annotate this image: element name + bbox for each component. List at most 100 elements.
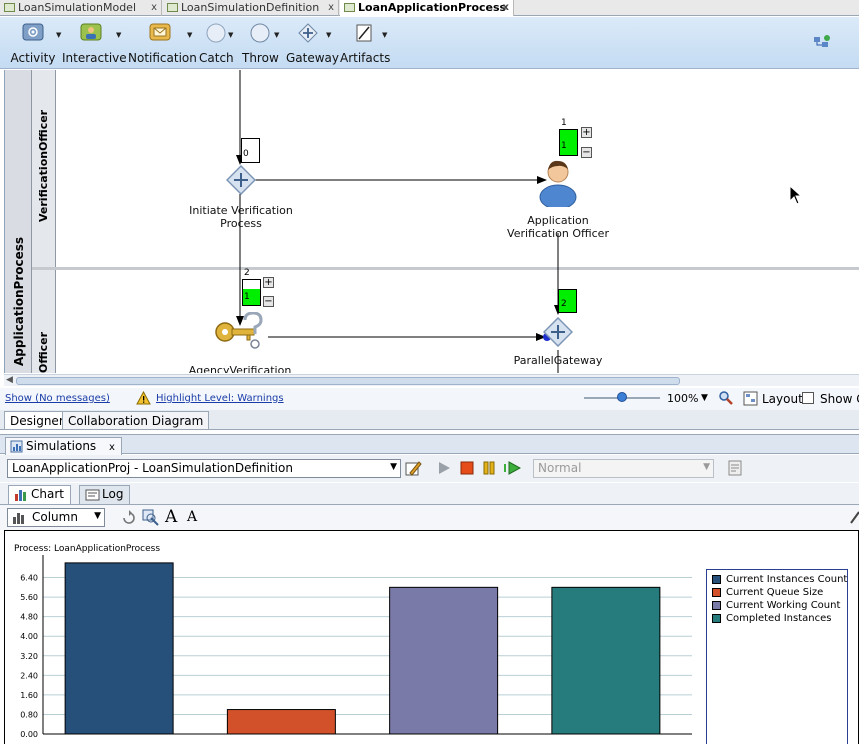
close-icon[interactable]: x [109, 442, 115, 453]
tab-loan-simulation-definition[interactable]: LoanSimulationDefinition x [163, 0, 339, 16]
collapse-icon[interactable]: − [263, 296, 274, 307]
tab-label: Log [102, 487, 124, 501]
counter-value: 1 [561, 141, 567, 151]
pencil-icon[interactable] [850, 510, 859, 527]
edit-definition-icon[interactable] [404, 459, 422, 480]
select-value: LoanApplicationProj - LoanSimulationDefi… [12, 461, 293, 475]
jdeveloper-window: LoanSimulationModel x LoanSimulationDefi… [0, 0, 859, 744]
palette-catch[interactable]: Catch ▼ [199, 21, 234, 67]
close-icon[interactable]: x [151, 0, 157, 15]
refresh-icon[interactable] [121, 510, 137, 529]
catch-event-icon [205, 23, 227, 45]
decrease-font-icon[interactable]: A [187, 509, 197, 525]
palette-notification[interactable]: Notification ▼ [128, 21, 197, 67]
zoom-magnifier-icon[interactable] [718, 390, 734, 409]
column-chart-icon [12, 511, 26, 526]
zoom-reset-icon[interactable] [142, 509, 160, 529]
palette-label: Gateway [286, 51, 340, 65]
designer-bottom-tabs: Designer Collaboration Diagram [0, 410, 859, 430]
chevron-down-icon[interactable]: ▼ [228, 31, 233, 39]
expand-icon[interactable]: + [263, 277, 274, 288]
report-icon[interactable] [727, 460, 743, 479]
palette-gateway[interactable]: Gateway ▼ [286, 21, 340, 67]
bar-current-instances-count [64, 562, 174, 735]
scroll-left-icon[interactable]: ◀ [6, 375, 13, 385]
node-label-application-verification: Application Verification Officer [500, 214, 616, 240]
close-icon[interactable]: x [503, 0, 509, 15]
chevron-down-icon[interactable]: ▼ [701, 393, 708, 403]
counter-value: 2 [561, 299, 567, 309]
layout-icon[interactable] [743, 391, 758, 409]
palette-activity[interactable]: Activity ▼ [8, 21, 61, 67]
select-value: Normal [538, 461, 582, 475]
tab-simulations[interactable]: Simulations x [5, 437, 122, 455]
user-task-icon[interactable] [537, 157, 579, 207]
tab-chart[interactable]: Chart [8, 485, 71, 504]
zoom-value[interactable]: 100% [667, 392, 698, 405]
y-tick-label: 4.00 [20, 632, 38, 641]
bar-current-working-count [389, 586, 499, 735]
label-line: Application [527, 214, 589, 227]
palette-throw[interactable]: Throw ▼ [242, 21, 279, 67]
gateway-icon [297, 23, 319, 45]
palette-artifacts[interactable]: Artifacts ▼ [340, 21, 390, 67]
label-line: Verification Officer [507, 227, 609, 240]
y-tick-label: 3.20 [20, 652, 38, 661]
chevron-down-icon[interactable]: ▼ [274, 31, 279, 39]
tab-designer[interactable]: Designer [4, 411, 70, 429]
simulation-speed-select[interactable]: Normal ▼ [533, 459, 714, 478]
component-palette: Activity ▼ Interactive ▼ Notification ▼ … [0, 17, 859, 69]
bar-current-queue-size [226, 709, 336, 735]
throw-event-icon [249, 23, 271, 45]
bar-completed-instances [551, 586, 661, 735]
chevron-down-icon: ▼ [703, 462, 710, 472]
zoom-slider-thumb[interactable] [617, 392, 627, 402]
mouse-cursor-icon [789, 185, 803, 205]
expand-icon[interactable]: + [581, 127, 592, 138]
model-file-icon [4, 3, 15, 12]
close-icon[interactable]: x [328, 0, 334, 15]
palette-interactive[interactable]: Interactive ▼ [62, 21, 127, 67]
simulation-toolbar: LoanApplicationProj - LoanSimulationDefi… [0, 455, 859, 482]
process-diagram-canvas[interactable]: ApplicationProcess VerificationOfficer O… [4, 70, 859, 373]
layout-label[interactable]: Layout [762, 392, 803, 406]
parallel-gateway-icon[interactable] [226, 165, 256, 195]
y-tick-label: 5.60 [20, 593, 38, 602]
pause-icon[interactable] [482, 461, 496, 478]
counter-value: 0 [243, 149, 249, 159]
y-tick-label: 1.60 [20, 691, 38, 700]
counter-value: 2 [244, 268, 250, 278]
tab-label: Simulations [26, 439, 97, 453]
chevron-down-icon[interactable]: ▼ [187, 31, 192, 39]
chevron-down-icon[interactable]: ▼ [326, 31, 331, 39]
collapse-icon[interactable]: − [581, 147, 592, 158]
highlight-level-link[interactable]: Highlight Level: Warnings [156, 393, 284, 404]
tab-collaboration-diagram[interactable]: Collaboration Diagram [62, 411, 210, 429]
activity-icon [22, 23, 44, 45]
log-icon [85, 489, 100, 504]
canvas-horizontal-scrollbar[interactable]: ◀ [4, 374, 859, 386]
scrollbar-thumb[interactable] [16, 377, 680, 385]
step-run-icon[interactable] [503, 461, 522, 478]
show-grid-checkbox[interactable] [802, 392, 814, 404]
chevron-down-icon[interactable]: ▼ [56, 31, 61, 39]
tab-loan-application-process[interactable]: LoanApplicationProcess x [340, 0, 514, 16]
palette-label: Throw [242, 51, 279, 65]
tab-loan-simulation-model[interactable]: LoanSimulationModel x [0, 0, 162, 16]
play-icon[interactable] [437, 461, 451, 478]
simulation-definition-select[interactable]: LoanApplicationProj - LoanSimulationDefi… [7, 459, 401, 478]
stop-icon[interactable] [460, 461, 474, 478]
tab-log[interactable]: Log [79, 485, 131, 504]
chevron-down-icon[interactable]: ▼ [382, 31, 387, 39]
show-grid-label[interactable]: Show G [820, 392, 859, 406]
show-messages-link[interactable]: Show (No messages) [5, 393, 110, 404]
parallel-gateway-icon[interactable] [543, 317, 573, 347]
palette-label: Activity [10, 51, 56, 65]
chevron-down-icon[interactable]: ▼ [116, 31, 121, 39]
validate-process-icon[interactable] [812, 34, 832, 50]
zoom-slider[interactable] [584, 392, 660, 402]
business-rule-key-icon[interactable] [213, 312, 269, 354]
increase-font-icon[interactable]: A [165, 507, 177, 527]
chart-type-select[interactable]: Column ▼ [7, 508, 105, 527]
palette-label: Catch [199, 51, 234, 65]
